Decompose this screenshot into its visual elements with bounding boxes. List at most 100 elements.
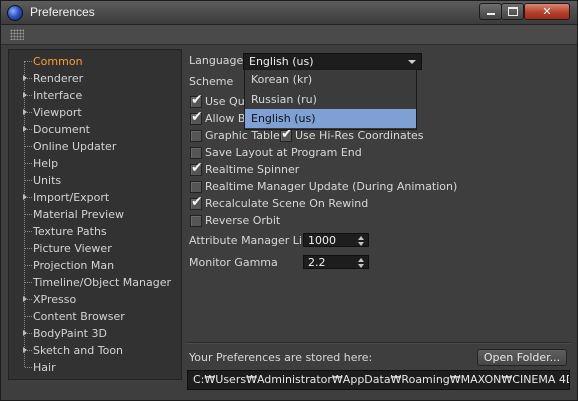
sidebar-item-label: BodyPaint 3D bbox=[33, 327, 107, 340]
sidebar-item-label: XPresso bbox=[33, 293, 77, 306]
language-select[interactable]: English (us) bbox=[243, 53, 422, 70]
save-layout-label: Save Layout at Program End bbox=[205, 146, 362, 159]
preferences-window: Preferences ✕ Common Renderer Interface … bbox=[0, 0, 578, 401]
sidebar-item-xpresso[interactable]: XPresso bbox=[23, 291, 77, 308]
checkmark-icon: ✔ bbox=[191, 194, 203, 210]
checkmark-icon: ✔ bbox=[191, 109, 203, 125]
realtime-manager-label: Realtime Manager Update (During Animatio… bbox=[205, 180, 458, 193]
attribute-manager-limit-value: 1000 bbox=[308, 234, 336, 247]
reverse-orbit-checkbox[interactable] bbox=[190, 215, 202, 227]
maximize-button[interactable] bbox=[501, 3, 524, 20]
recalculate-scene-label: Recalculate Scene On Rewind bbox=[205, 197, 369, 210]
sidebar-item-common[interactable]: Common bbox=[25, 53, 83, 70]
toolbar bbox=[1, 25, 577, 45]
window-title: Preferences bbox=[30, 5, 95, 19]
graphic-tablet-label: Graphic Tablet bbox=[205, 129, 285, 142]
sidebar-item-projection-man[interactable]: Projection Man bbox=[25, 257, 114, 274]
spinner-arrows-icon[interactable] bbox=[358, 236, 365, 246]
language-option-korean[interactable]: Korean (kr) bbox=[245, 70, 416, 89]
sidebar-item-document[interactable]: Document bbox=[23, 121, 90, 138]
sidebar-item-picture-viewer[interactable]: Picture Viewer bbox=[25, 240, 112, 257]
chevron-down-icon bbox=[408, 60, 416, 64]
preferences-path-field[interactable]: C:₩Users₩Administrator₩AppData₩Roaming₩M… bbox=[187, 370, 570, 390]
sidebar-item-label: Renderer bbox=[33, 72, 84, 85]
reverse-orbit-label: Reverse Orbit bbox=[205, 214, 281, 227]
monitor-gamma-value: 2.2 bbox=[308, 256, 326, 269]
sidebar-item-interface[interactable]: Interface bbox=[23, 87, 83, 104]
sidebar-item-label: Interface bbox=[33, 89, 83, 102]
sidebar-item-help[interactable]: Help bbox=[25, 155, 58, 172]
sidebar-item-label: Projection Man bbox=[33, 259, 115, 272]
divider bbox=[186, 342, 571, 344]
save-layout-checkbox[interactable] bbox=[190, 147, 202, 159]
sidebar-item-label: Material Preview bbox=[33, 208, 125, 221]
attribute-manager-limit-label: Attribute Manager Limit bbox=[189, 234, 321, 247]
attribute-manager-limit-input[interactable]: 1000 bbox=[303, 233, 369, 247]
allow-bu-checkbox[interactable]: ✔ bbox=[190, 109, 203, 125]
sidebar-item-label: Timeline/Object Manager bbox=[33, 276, 172, 289]
sidebar-item-timeline-object-manager[interactable]: Timeline/Object Manager bbox=[25, 274, 171, 291]
sidebar-item-hair[interactable]: Hair bbox=[25, 359, 56, 376]
use-qui-checkbox[interactable]: ✔ bbox=[190, 92, 203, 108]
sidebar-item-label: Viewport bbox=[33, 106, 82, 119]
language-option-english[interactable]: English (us) bbox=[245, 109, 416, 128]
hi-res-coordinates-label: Use Hi-Res Coordinates bbox=[295, 129, 424, 142]
language-option-russian[interactable]: Russian (ru) bbox=[245, 90, 416, 109]
minimize-icon bbox=[486, 13, 495, 15]
minimize-button[interactable] bbox=[479, 3, 502, 20]
sidebar-item-online-updater[interactable]: Online Updater bbox=[25, 138, 116, 155]
grip-icon[interactable] bbox=[10, 29, 24, 40]
sidebar-item-label: Common bbox=[33, 55, 83, 68]
sidebar-item-label: Hair bbox=[33, 361, 56, 374]
open-folder-button[interactable]: Open Folder... bbox=[477, 349, 567, 366]
recalculate-scene-checkbox[interactable]: ✔ bbox=[190, 194, 203, 210]
sidebar-item-label: Content Browser bbox=[33, 310, 125, 323]
expand-arrow-icon[interactable] bbox=[23, 75, 27, 81]
language-label: Language bbox=[189, 54, 244, 67]
sidebar-item-label: Texture Paths bbox=[33, 225, 107, 238]
hi-res-coordinates-checkbox[interactable]: ✔ bbox=[280, 126, 293, 142]
sidebar-item-label: Picture Viewer bbox=[33, 242, 112, 255]
title-bar[interactable]: Preferences ✕ bbox=[1, 1, 577, 25]
realtime-manager-checkbox[interactable] bbox=[190, 181, 202, 193]
close-button[interactable]: ✕ bbox=[524, 3, 570, 20]
sidebar-item-texture-paths[interactable]: Texture Paths bbox=[25, 223, 107, 240]
sidebar-item-label: Sketch and Toon bbox=[33, 344, 124, 357]
expand-arrow-icon[interactable] bbox=[23, 194, 27, 200]
sidebar-item-label: Units bbox=[33, 174, 62, 187]
monitor-gamma-input[interactable]: 2.2 bbox=[303, 255, 369, 269]
monitor-gamma-label: Monitor Gamma bbox=[189, 256, 278, 269]
sidebar-item-viewport[interactable]: Viewport bbox=[23, 104, 82, 121]
stored-location-label: Your Preferences are stored here: bbox=[189, 351, 373, 364]
language-select-value: English (us) bbox=[249, 55, 314, 68]
sidebar-item-label: Help bbox=[33, 157, 59, 170]
sidebar-item-content-browser[interactable]: Content Browser bbox=[25, 308, 125, 325]
category-tree: Common Renderer Interface Viewport Docum… bbox=[8, 49, 182, 380]
sidebar-item-material-preview[interactable]: Material Preview bbox=[25, 206, 124, 223]
sidebar-item-renderer[interactable]: Renderer bbox=[23, 70, 84, 87]
use-qui-label: Use Qui bbox=[205, 95, 248, 108]
expand-arrow-icon[interactable] bbox=[23, 109, 27, 115]
checkmark-icon: ✔ bbox=[191, 92, 203, 108]
realtime-spinner-label: Realtime Spinner bbox=[205, 163, 300, 176]
expand-arrow-icon[interactable] bbox=[23, 296, 27, 302]
expand-arrow-icon[interactable] bbox=[23, 92, 27, 98]
expand-arrow-icon[interactable] bbox=[23, 126, 27, 132]
spinner-arrows-icon[interactable] bbox=[358, 258, 365, 268]
expand-arrow-icon[interactable] bbox=[23, 347, 27, 353]
sidebar-item-label: Import/Export bbox=[33, 191, 110, 204]
sidebar-item-bodypaint-3d[interactable]: BodyPaint 3D bbox=[23, 325, 107, 342]
graphic-tablet-checkbox[interactable] bbox=[190, 130, 202, 142]
sidebar-item-label: Online Updater bbox=[33, 140, 117, 153]
maximize-icon bbox=[507, 7, 518, 16]
sidebar-item-sketch-and-toon[interactable]: Sketch and Toon bbox=[23, 342, 124, 359]
realtime-spinner-checkbox[interactable]: ✔ bbox=[190, 160, 203, 176]
scheme-label: Scheme bbox=[189, 75, 234, 88]
expand-arrow-icon[interactable] bbox=[23, 330, 27, 336]
checkmark-icon: ✔ bbox=[191, 160, 203, 176]
language-dropdown-list: Korean (kr) Russian (ru) English (us) bbox=[244, 69, 417, 130]
sidebar-item-label: Document bbox=[33, 123, 90, 136]
sidebar-item-import-export[interactable]: Import/Export bbox=[23, 189, 110, 206]
sidebar-item-units[interactable]: Units bbox=[25, 172, 61, 189]
close-icon: ✕ bbox=[542, 5, 552, 18]
